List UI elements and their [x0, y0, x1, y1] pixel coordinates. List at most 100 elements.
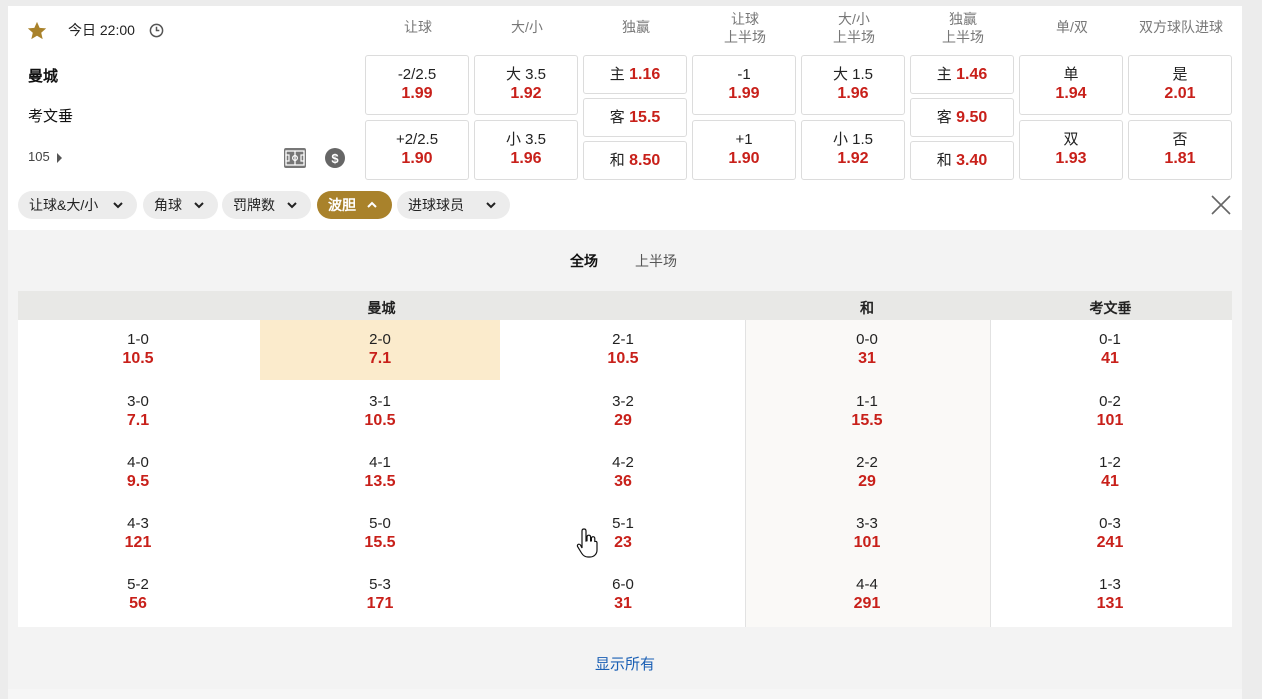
score-cell-home[interactable]: 4-2 36 [503, 443, 743, 503]
score-cell-away[interactable]: 0-1 41 [990, 320, 1230, 380]
table-header: 曼城 和 考文垂 [18, 291, 1232, 320]
score-label: 2-0 [369, 331, 391, 348]
col-header-handicap-1h: 让球 上半场 [724, 11, 766, 45]
score-cell-draw[interactable]: 3-3 101 [747, 504, 987, 564]
score-label: 4-3 [127, 515, 149, 532]
score-label: 2-2 [856, 454, 878, 471]
score-label: 2-1 [612, 331, 634, 348]
odds-1x2-draw[interactable]: 和 8.50 [583, 141, 687, 180]
favorite-star-icon[interactable] [26, 20, 48, 42]
score-odds: 101 [853, 534, 881, 551]
score-cell-draw[interactable]: 1-1 15.5 [747, 382, 987, 442]
show-all-link[interactable]: 显示所有 [8, 653, 1242, 674]
score-cell-home[interactable]: 5-3 171 [260, 565, 500, 625]
score-label: 1-2 [1099, 454, 1121, 471]
score-label: 1-0 [127, 331, 149, 348]
odds-handicap-home[interactable]: -2/2.5 1.99 [365, 55, 469, 115]
score-odds: 241 [1096, 534, 1124, 551]
score-cell-home[interactable]: 4-1 13.5 [260, 443, 500, 503]
score-cell-draw[interactable]: 0-0 31 [747, 320, 987, 380]
score-label: 4-1 [369, 454, 391, 471]
clock-icon [149, 23, 164, 38]
odds-handicap-away[interactable]: +2/2.5 1.90 [365, 120, 469, 180]
svg-text:$: $ [331, 151, 339, 166]
score-label: 6-0 [612, 576, 634, 593]
score-cell-home[interactable]: 2-1 10.5 [503, 320, 743, 380]
tab-first-half[interactable]: 上半场 [635, 251, 677, 271]
next-card-edge [8, 689, 1242, 699]
odds-over[interactable]: 大 3.5 1.92 [474, 55, 578, 115]
odds-under-1h[interactable]: 小 1.5 1.92 [801, 120, 905, 180]
score-cell-draw[interactable]: 4-4 291 [747, 565, 987, 625]
odds-under[interactable]: 小 3.5 1.96 [474, 120, 578, 180]
odds-btts-no[interactable]: 否 1.81 [1128, 120, 1232, 180]
score-odds: 10.5 [364, 412, 396, 429]
score-label: 0-3 [1099, 515, 1121, 532]
score-odds: 29 [614, 412, 632, 429]
score-cell-home[interactable]: 3-2 29 [503, 382, 743, 442]
score-odds: 291 [853, 595, 881, 612]
chip-bookings[interactable]: 罚牌数 [222, 191, 311, 219]
chip-corners[interactable]: 角球 [143, 191, 218, 219]
score-cell-home[interactable]: 1-0 10.5 [18, 320, 258, 380]
score-cell-away[interactable]: 1-2 41 [990, 443, 1230, 503]
header-home: 曼城 [367, 300, 396, 316]
score-label: 3-0 [127, 393, 149, 410]
home-team-name[interactable]: 曼城 [28, 65, 58, 86]
score-cell-draw[interactable]: 2-2 29 [747, 443, 987, 503]
odds-1x2-away[interactable]: 客 15.5 [583, 98, 687, 137]
odds-1x2-1h-home[interactable]: 主 1.46 [910, 55, 1014, 94]
odds-handicap-1h-home[interactable]: -1 1.99 [692, 55, 796, 115]
odds-odd[interactable]: 单 1.94 [1019, 55, 1123, 115]
score-cell-home[interactable]: 4-0 9.5 [18, 443, 258, 503]
score-cell-away[interactable]: 1-3 131 [990, 565, 1230, 625]
cashout-dollar-icon[interactable]: $ [325, 148, 345, 168]
score-label: 0-0 [856, 331, 878, 348]
odds-1x2-1h-away[interactable]: 客 9.50 [910, 98, 1014, 137]
score-cell-home[interactable]: 6-0 31 [503, 565, 743, 625]
away-team-name[interactable]: 考文垂 [28, 105, 73, 126]
score-odds: 15.5 [364, 534, 396, 551]
match-card: 今日 22:00 曼城 考文垂 105 $ 让球 大/小 独赢 让球 上半场 大/… [8, 6, 1242, 689]
score-cell-home[interactable]: 4-3 121 [18, 504, 258, 564]
chip-goalscorer[interactable]: 进球球员 [397, 191, 510, 219]
score-label: 4-0 [127, 454, 149, 471]
odds-1x2-1h-draw[interactable]: 和 3.40 [910, 141, 1014, 180]
score-odds: 7.1 [126, 412, 150, 429]
chevron-right-icon[interactable] [57, 153, 62, 163]
score-cell-away[interactable]: 0-3 241 [990, 504, 1230, 564]
score-cell-home[interactable]: 5-2 56 [18, 565, 258, 625]
score-odds: 171 [366, 595, 394, 612]
chip-correct-score[interactable]: 波胆 [317, 191, 392, 219]
close-icon[interactable] [1211, 195, 1231, 215]
score-cell-home[interactable]: 3-0 7.1 [18, 382, 258, 442]
score-cell-home[interactable]: 3-1 10.5 [260, 382, 500, 442]
score-odds: 36 [614, 473, 632, 490]
score-odds: 29 [858, 473, 876, 490]
chip-handicap-ou[interactable]: 让球&大/小 [18, 191, 137, 219]
odds-1x2-home[interactable]: 主 1.16 [583, 55, 687, 94]
score-label: 5-2 [127, 576, 149, 593]
odds-btts-yes[interactable]: 是 2.01 [1128, 55, 1232, 115]
col-header-1x2: 独赢 [622, 19, 650, 35]
score-odds: 15.5 [851, 412, 883, 429]
score-odds: 121 [124, 534, 152, 551]
more-markets-count[interactable]: 105 [28, 149, 50, 164]
tab-full-time[interactable]: 全场 [570, 251, 598, 271]
score-label: 1-1 [856, 393, 878, 410]
score-label: 5-3 [369, 576, 391, 593]
score-odds: 23 [614, 534, 632, 551]
score-label: 3-2 [612, 393, 634, 410]
score-cell-away[interactable]: 0-2 101 [990, 382, 1230, 442]
score-odds: 9.5 [126, 473, 150, 490]
score-cell-home[interactable]: 2-0 7.1 [260, 320, 500, 380]
score-cell-home[interactable]: 5-0 15.5 [260, 504, 500, 564]
col-header-odd-even: 单/双 [1056, 19, 1088, 35]
odds-handicap-1h-away[interactable]: +1 1.90 [692, 120, 796, 180]
score-odds: 56 [129, 595, 147, 612]
odds-over-1h[interactable]: 大 1.5 1.96 [801, 55, 905, 115]
score-cell-home[interactable]: 5-1 23 [503, 504, 743, 564]
pitch-stats-icon[interactable] [284, 148, 306, 168]
chevron-up-icon [367, 201, 377, 208]
odds-even[interactable]: 双 1.93 [1019, 120, 1123, 180]
